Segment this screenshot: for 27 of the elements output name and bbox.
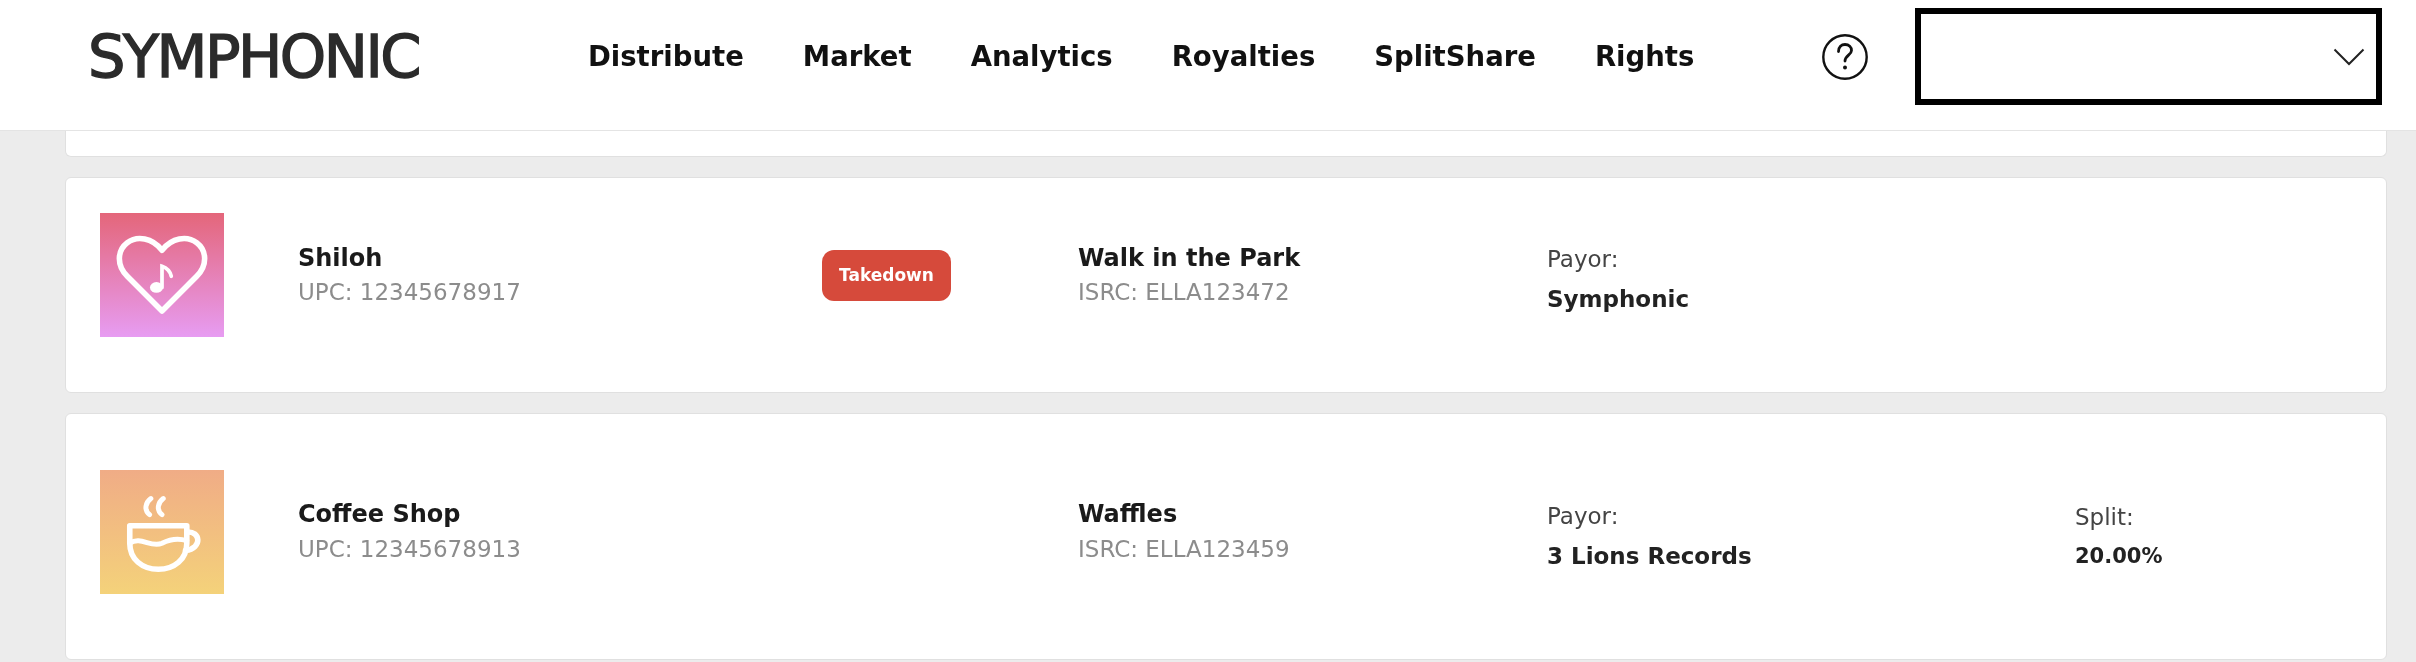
split-value: 20.00% xyxy=(2075,542,2163,570)
track-title: Waffles xyxy=(1078,499,1178,531)
help-icon[interactable] xyxy=(1822,33,1868,80)
nav-link[interactable]: Analytics xyxy=(970,38,1113,75)
dropdown-select[interactable] xyxy=(1915,8,2382,105)
nav-link[interactable]: SplitShare xyxy=(1374,38,1536,75)
coffee-cup-icon xyxy=(100,469,224,594)
release-title: Shiloh xyxy=(298,242,383,274)
nav-link[interactable]: Market xyxy=(802,38,912,75)
upc-text: UPC: 12345678917 xyxy=(298,278,521,308)
nav-link[interactable]: Royalties xyxy=(1171,38,1316,75)
nav-link[interactable]: Distribute xyxy=(588,38,744,75)
isrc-text: ISRC: ELLA123472 xyxy=(1078,278,1290,308)
status-badge: Takedown xyxy=(822,249,951,301)
release-title: Coffee Shop xyxy=(298,499,461,531)
nav-link[interactable]: Rights xyxy=(1594,38,1695,75)
upc-text: UPC: 12345678913 xyxy=(298,534,521,564)
isrc-text: ISRC: ELLA123459 xyxy=(1078,534,1290,564)
chevron-down-icon xyxy=(2333,47,2365,66)
track-title: Walk in the Park xyxy=(1078,242,1301,274)
payor-label: Payor: xyxy=(1547,501,1619,531)
payor-name: Symphonic xyxy=(1547,285,1690,314)
payor-name: 3 Lions Records xyxy=(1547,541,1752,571)
payor-label: Payor: xyxy=(1547,245,1619,275)
brand-logo[interactable]: SYMPHONIC xyxy=(88,27,419,86)
split-label: Split: xyxy=(2075,502,2134,532)
heart-note-icon xyxy=(100,213,224,337)
